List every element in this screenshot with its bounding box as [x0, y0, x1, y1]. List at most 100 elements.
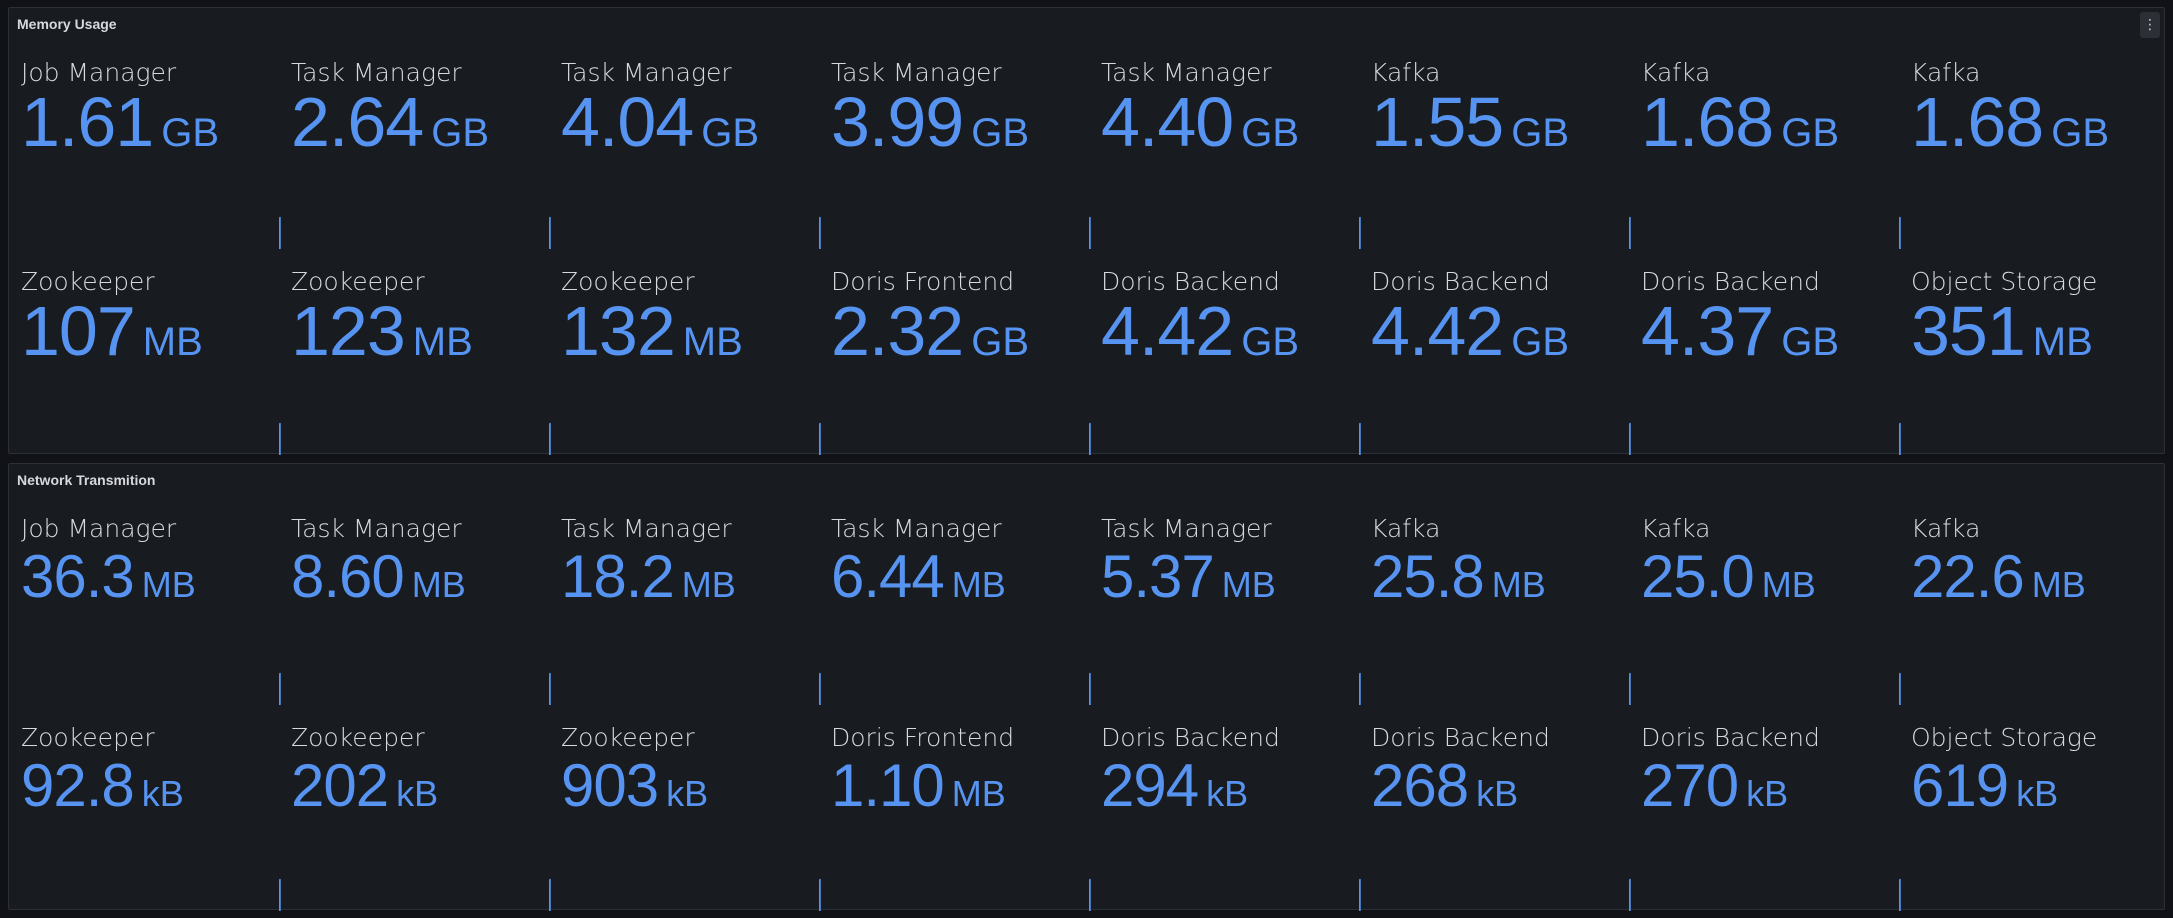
stat-unit: MB — [1221, 564, 1276, 605]
stat-label: Zookeeper — [21, 723, 155, 752]
sparkline — [1899, 625, 1903, 705]
stat-unit: GB — [431, 111, 490, 155]
stat-number: 22.6 — [1911, 543, 2025, 610]
stat-number: 18.2 — [561, 543, 675, 610]
stat-tile[interactable]: Zookeeper 903 kB — [549, 705, 819, 911]
stat-value: 92.8 kB — [21, 751, 184, 820]
sparkline — [1359, 625, 1363, 705]
stat-label: Doris Backend — [1101, 723, 1280, 752]
stat-unit: MB — [951, 773, 1006, 814]
vertical-ellipsis-icon[interactable]: ⋮ — [2140, 12, 2160, 38]
stat-label: Doris Backend — [1641, 723, 1820, 752]
stat-label: Job Manager — [21, 514, 177, 543]
stat-value: 22.6 MB — [1911, 542, 2086, 611]
stat-tile[interactable]: Doris Backend 270 kB — [1629, 705, 1899, 911]
sparkline — [1629, 375, 1633, 455]
stat-tile[interactable]: Task Manager 2.64 GB — [279, 40, 549, 249]
sparkline — [819, 169, 823, 249]
stat-number: 25.8 — [1371, 543, 1485, 610]
stat-value: 294 kB — [1101, 751, 1248, 820]
stat-unit: MB — [682, 320, 743, 364]
stat-tile[interactable]: Kafka 25.8 MB — [1359, 496, 1629, 705]
stat-value: 4.42 GB — [1101, 291, 1299, 371]
stat-unit: GB — [1781, 111, 1840, 155]
sparkline — [279, 375, 283, 455]
stat-tile[interactable]: Zookeeper 107 MB — [9, 249, 279, 455]
sparkline — [1899, 169, 1903, 249]
stat-number: 107 — [21, 292, 136, 370]
sparkline — [1629, 831, 1633, 911]
stat-tile[interactable]: Job Manager 1.61 GB — [9, 40, 279, 249]
stat-tile[interactable]: Doris Backend 4.42 GB — [1089, 249, 1359, 455]
network-stat-grid: Job Manager 36.3 MB Task Manager 8.60 MB Task … — [9, 496, 2164, 911]
memory-stat-grid: Job Manager 1.61 GB Task Manager 2.64 GB Task … — [9, 40, 2164, 455]
stat-unit: MB — [411, 564, 466, 605]
stat-unit: GB — [161, 111, 220, 155]
stat-tile[interactable]: Zookeeper 132 MB — [549, 249, 819, 455]
stat-number: 903 — [561, 752, 659, 819]
stat-tile[interactable]: Kafka 1.55 GB — [1359, 40, 1629, 249]
stat-tile[interactable]: Kafka 1.68 GB — [1899, 40, 2169, 249]
stat-value: 2.32 GB — [831, 291, 1029, 371]
stat-label: Kafka — [1911, 514, 1981, 543]
stat-tile[interactable]: Doris Backend 294 kB — [1089, 705, 1359, 911]
stat-tile[interactable]: Doris Frontend 1.10 MB — [819, 705, 1089, 911]
stat-tile[interactable]: Job Manager 36.3 MB — [9, 496, 279, 705]
stat-tile[interactable]: Zookeeper 202 kB — [279, 705, 549, 911]
network-transmition-panel: Network Transmition Job Manager 36.3 MB Tas… — [8, 463, 2165, 911]
stat-tile[interactable]: Task Manager 4.04 GB — [549, 40, 819, 249]
stat-number: 4.42 — [1371, 292, 1504, 370]
stat-value: 6.44 MB — [831, 542, 1006, 611]
stat-label: Doris Backend — [1371, 723, 1550, 752]
stat-value: 107 MB — [21, 291, 203, 371]
sparkline — [1089, 831, 1093, 911]
sparkline — [549, 625, 553, 705]
stat-tile[interactable]: Zookeeper 92.8 kB — [9, 705, 279, 911]
stat-unit: MB — [1491, 564, 1546, 605]
stat-number: 132 — [561, 292, 676, 370]
stat-unit: MB — [142, 320, 203, 364]
stat-tile[interactable]: Object Storage 619 kB — [1899, 705, 2169, 911]
stat-tile[interactable]: Object Storage 351 MB — [1899, 249, 2169, 455]
sparkline — [279, 169, 283, 249]
stat-value: 2.64 GB — [291, 82, 489, 162]
stat-tile[interactable]: Kafka 25.0 MB — [1629, 496, 1899, 705]
stat-tile[interactable]: Zookeeper 123 MB — [279, 249, 549, 455]
stat-unit: MB — [951, 564, 1006, 605]
stat-tile[interactable]: Task Manager 4.40 GB — [1089, 40, 1359, 249]
stat-label: Object Storage — [1911, 723, 2098, 752]
stat-number: 36.3 — [21, 543, 135, 610]
stat-number: 2.64 — [291, 83, 424, 161]
stat-unit: kB — [1746, 773, 1789, 814]
stat-tile[interactable]: Doris Frontend 2.32 GB — [819, 249, 1089, 455]
stat-unit: MB — [2031, 564, 2086, 605]
stat-number: 8.60 — [291, 543, 405, 610]
stat-value: 903 kB — [561, 751, 708, 820]
stat-value: 270 kB — [1641, 751, 1788, 820]
stat-number: 6.44 — [831, 543, 945, 610]
stat-number: 3.99 — [831, 83, 964, 161]
stat-tile[interactable]: Task Manager 5.37 MB — [1089, 496, 1359, 705]
sparkline — [1089, 375, 1093, 455]
stat-tile[interactable]: Kafka 1.68 GB — [1629, 40, 1899, 249]
stat-tile[interactable]: Doris Backend 4.37 GB — [1629, 249, 1899, 455]
stat-tile[interactable]: Task Manager 3.99 GB — [819, 40, 1089, 249]
stat-value: 268 kB — [1371, 751, 1518, 820]
stat-value: 123 MB — [291, 291, 473, 371]
stat-value: 5.37 MB — [1101, 542, 1276, 611]
stat-value: 8.60 MB — [291, 542, 466, 611]
sparkline — [1359, 375, 1363, 455]
stat-tile[interactable]: Doris Backend 268 kB — [1359, 705, 1629, 911]
stat-number: 351 — [1911, 292, 2026, 370]
sparkline — [1899, 831, 1903, 911]
stat-tile[interactable]: Kafka 22.6 MB — [1899, 496, 2169, 705]
sparkline — [549, 375, 553, 455]
stat-value: 3.99 GB — [831, 82, 1029, 162]
stat-tile[interactable]: Task Manager 6.44 MB — [819, 496, 1089, 705]
stat-tile[interactable]: Doris Backend 4.42 GB — [1359, 249, 1629, 455]
stat-unit: MB — [141, 564, 196, 605]
stat-value: 1.61 GB — [21, 82, 219, 162]
stat-tile[interactable]: Task Manager 18.2 MB — [549, 496, 819, 705]
stat-label: Zookeeper — [561, 723, 695, 752]
stat-tile[interactable]: Task Manager 8.60 MB — [279, 496, 549, 705]
